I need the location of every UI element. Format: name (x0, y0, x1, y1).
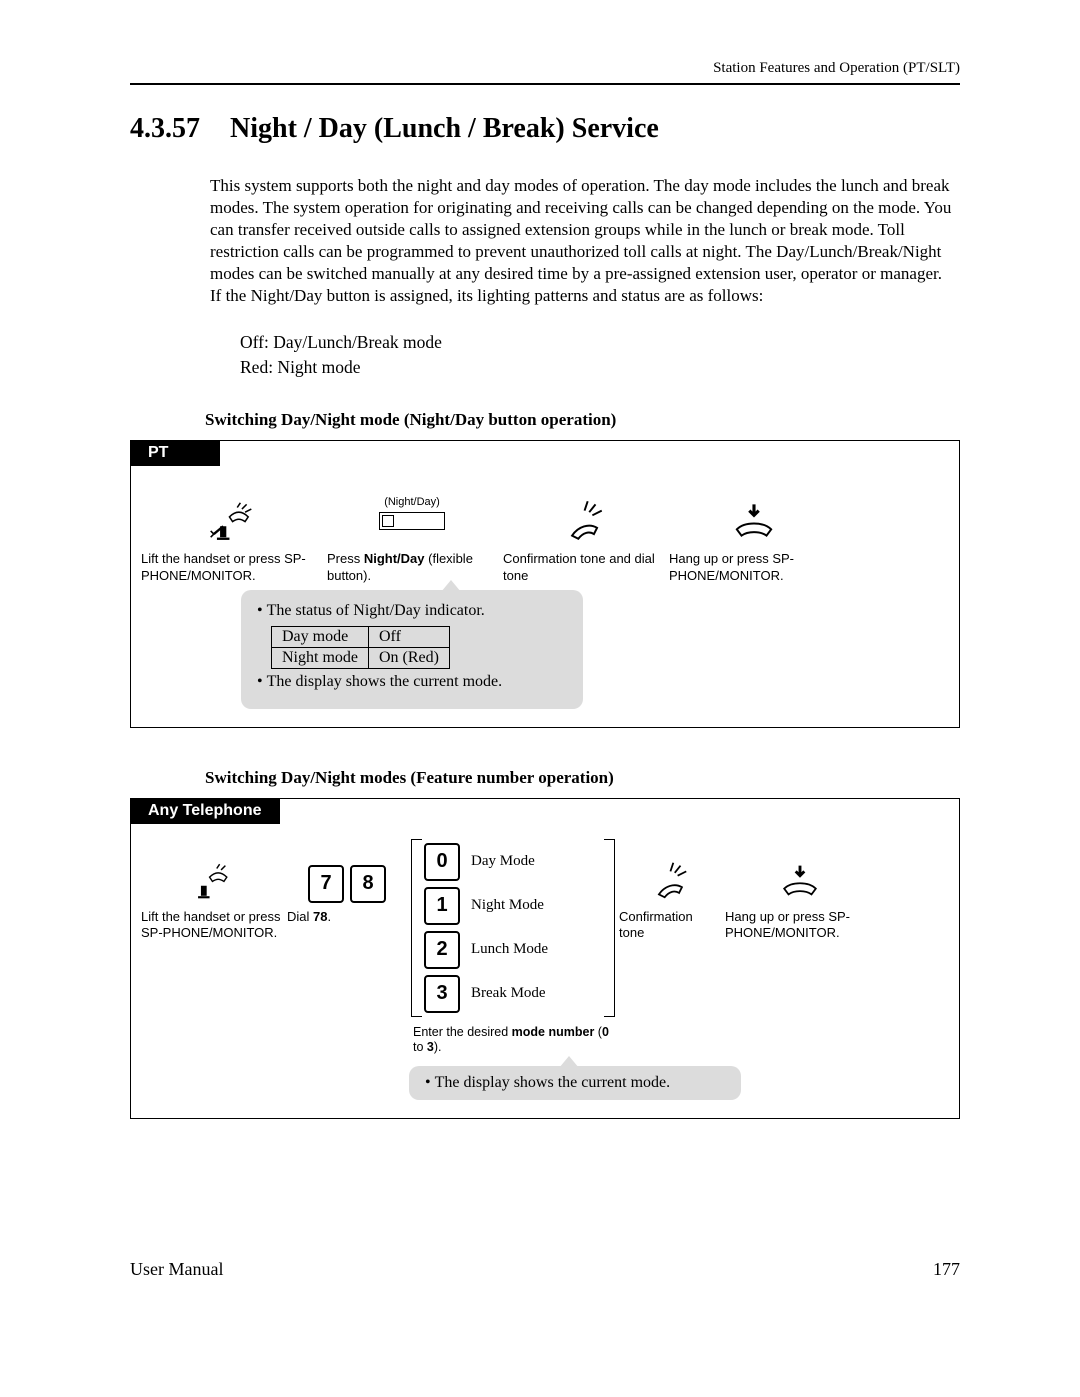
keycap-1: 1 (424, 887, 460, 925)
keycap-0: 0 (424, 843, 460, 881)
pt-step-confirmation-tone: Confirmation tone and dial tone (503, 481, 663, 584)
any-step-dial-78: 7 8 Dial 78. (287, 839, 407, 925)
any-step-lift-handset: Lift the handset or press SP-PHONE/MONIT… (141, 839, 281, 942)
any-step-confirmation-tone: Confirmation tone (619, 839, 719, 942)
section-title-text: Night / Day (Lunch / Break) Service (230, 113, 659, 144)
footer-left: User Manual (130, 1259, 223, 1280)
light-red-line: Red: Night mode (240, 355, 960, 380)
pt-step-lift-handset: Lift the handset or press SP-PHONE/MONIT… (141, 481, 321, 584)
pt-callout-line2: The display shows the current mode. (267, 673, 503, 690)
callout-pointer-icon (441, 580, 461, 592)
pt-step1-caption: Lift the handset or press SP-PHONE/MONIT… (141, 551, 321, 584)
any-step-hang-up: Hang up or press SP-PHONE/MONITOR. (725, 839, 875, 942)
any-step3-caption: Confirmation tone (619, 909, 719, 942)
any-enter-mode-caption: Enter the desired mode number (0 to 3). (413, 1025, 613, 1056)
keycap-8: 8 (350, 865, 386, 903)
light-off-line: Off: Day/Lunch/Break mode (240, 330, 960, 355)
pt-callout-line1: The status of Night/Day indicator. (267, 602, 485, 619)
section-number: 4.3.57 (130, 113, 200, 145)
handset-tone-icon (646, 857, 692, 903)
intro-paragraph: This system supports both the night and … (210, 175, 960, 308)
any-step1-caption: Lift the handset or press SP-PHONE/MONIT… (141, 909, 281, 942)
subheading-any: Switching Day/Night modes (Feature numbe… (205, 768, 960, 788)
keycap-7: 7 (308, 865, 344, 903)
mode-options-list: 0Day Mode 1Night Mode 2Lunch Mode 3Break… (413, 839, 613, 1017)
keycap-3: 3 (424, 975, 460, 1013)
handset-hangup-icon (729, 495, 779, 545)
callout-pointer-icon (559, 1056, 579, 1068)
procedure-tab-any: Any Telephone (130, 798, 280, 824)
any-callout: • The display shows the current mode. (409, 1066, 741, 1100)
keycap-2: 2 (424, 931, 460, 969)
handset-lift-icon (188, 857, 234, 903)
subheading-pt: Switching Day/Night mode (Night/Day butt… (205, 410, 960, 430)
pt-step-hang-up: Hang up or press SP-PHONE/MONITOR. (669, 481, 839, 584)
procedure-box-pt: PT Lift the handset or press SP-PHONE/MO… (130, 440, 960, 728)
procedure-box-any: Any Telephone Lift the handset or press … (130, 798, 960, 1119)
flexible-button-icon (379, 512, 445, 530)
light-status-list: Off: Day/Lunch/Break mode Red: Night mod… (240, 330, 960, 381)
indicator-status-table: Day modeOff Night modeOn (Red) (271, 626, 450, 669)
pt-step3-caption: Confirmation tone and dial tone (503, 551, 663, 584)
page-footer: User Manual 177 (130, 1259, 960, 1280)
any-step4-caption: Hang up or press SP-PHONE/MONITOR. (725, 909, 875, 942)
pt-step2-caption: Press Night/Day (flexible button). (327, 551, 497, 584)
pt-callout: • The status of Night/Day indicator. Day… (241, 590, 583, 709)
page: Station Features and Operation (PT/SLT) … (0, 0, 1080, 1320)
footer-page-number: 177 (933, 1259, 960, 1280)
handset-hangup-icon (777, 857, 823, 903)
pt-step-press-nightday: (Night/Day) Press Night/Day (flexible bu… (327, 481, 497, 584)
bracket-right-icon (604, 839, 615, 1017)
running-header: Station Features and Operation (PT/SLT) (130, 60, 960, 77)
nightday-button-label: (Night/Day) (384, 496, 440, 510)
any-step2-caption: Dial 78. (287, 909, 407, 925)
pt-step4-caption: Hang up or press SP-PHONE/MONITOR. (669, 551, 839, 584)
handset-lift-icon (206, 495, 256, 545)
header-rule (130, 83, 960, 85)
any-callout-text: The display shows the current mode. (435, 1074, 671, 1091)
handset-tone-icon (558, 495, 608, 545)
section-heading: 4.3.57 Night / Day (Lunch / Break) Servic… (130, 113, 960, 145)
bracket-left-icon (411, 839, 422, 1017)
any-step-enter-mode: 0Day Mode 1Night Mode 2Lunch Mode 3Break… (413, 839, 613, 1056)
procedure-tab-pt: PT (130, 440, 220, 466)
